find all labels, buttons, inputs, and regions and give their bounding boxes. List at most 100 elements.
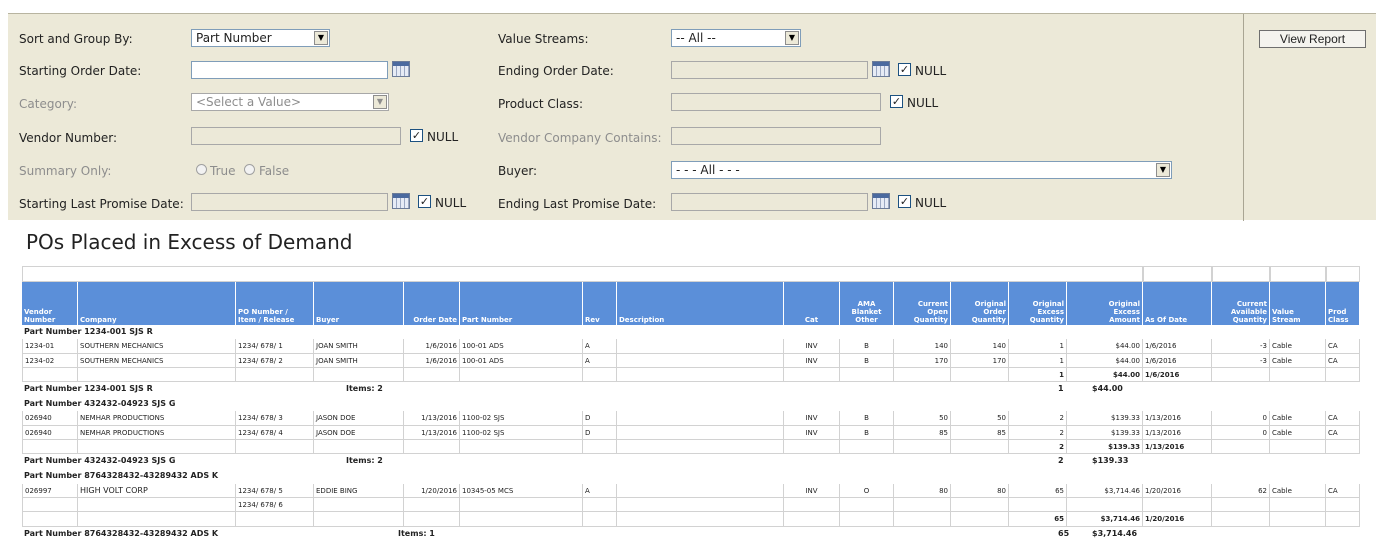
column-header-vendor-number[interactable]: Vendor Number	[22, 295, 78, 325]
column-header-line: Vendor	[24, 308, 53, 316]
column-header-order-date[interactable]: Order Date	[404, 295, 460, 325]
summary-false-radio[interactable]	[244, 164, 255, 175]
ending-order-date-null-checkbox[interactable]: ✓	[898, 63, 911, 76]
product-class-input[interactable]	[671, 93, 881, 111]
cell-value-stream	[1270, 512, 1326, 527]
column-header-current-open-qty[interactable]: Current Open Quantity	[894, 295, 951, 325]
null-label: NULL	[915, 64, 947, 78]
report-table-body: Part Number 1234-001 SJS R 1234-01 SOUTHER…	[22, 325, 1360, 539]
cell-as-of-date: 1/6/2016	[1143, 339, 1212, 354]
cell-cat: INV	[784, 411, 840, 426]
value-streams-select[interactable]: -- All -- ▼	[671, 29, 801, 47]
table-row[interactable]: 026940 NEMHAR PRODUCTIONS 1234/ 678/ 4 JASO…	[22, 425, 1360, 441]
calendar-icon[interactable]	[392, 61, 410, 77]
vendor-number-input[interactable]	[191, 127, 401, 145]
cell-value-stream	[1270, 367, 1326, 383]
cell-as-of-date: 1/20/2016	[1143, 483, 1212, 498]
column-header-po-number[interactable]: PO Number / Item / Release	[236, 295, 314, 325]
cell-original-excess-amount: $44.00	[1067, 367, 1143, 383]
summary-only-label: Summary Only:	[19, 164, 112, 178]
cell-po-number	[236, 367, 314, 383]
cell-ama-blanket-other	[840, 512, 894, 527]
cell-ama-blanket-other: B	[840, 411, 894, 426]
cell-as-of-date: 1/20/2016	[1143, 512, 1212, 527]
cell-original-excess-amount: $44.00	[1067, 353, 1143, 368]
cell-order-date: 1/6/2016	[404, 353, 460, 368]
table-row[interactable]: 1234/ 678/ 6	[22, 497, 1360, 513]
column-header-ama-blanket-other[interactable]: AMA Blanket Other	[840, 295, 894, 325]
column-header-part-number[interactable]: Part Number	[460, 295, 583, 325]
header-band	[22, 282, 78, 295]
column-header-description[interactable]: Description	[617, 295, 784, 325]
group-header-label: Part Number 1234-001 SJS R	[24, 327, 153, 336]
group-footer-qty: 2	[1058, 456, 1064, 466]
column-header-line: Item / Release	[238, 316, 295, 324]
ending-last-promise-null-checkbox[interactable]: ✓	[898, 195, 911, 208]
starting-last-promise-input[interactable]	[191, 193, 388, 211]
column-header-prod-class[interactable]: Prod Class	[1326, 295, 1360, 325]
column-header-original-excess-qty[interactable]: Original Excess Quantity	[1009, 295, 1067, 325]
chevron-down-icon[interactable]: ▼	[373, 95, 387, 109]
category-select[interactable]: <Select a Value> ▼	[191, 93, 389, 111]
column-header-line: Part Number	[462, 316, 513, 324]
table-row[interactable]: 026940 NEMHAR PRODUCTIONS 1234/ 678/ 3 JASO…	[22, 411, 1360, 426]
vendor-company-input[interactable]	[671, 127, 881, 145]
buyer-select[interactable]: - - - All - - - ▼	[671, 161, 1172, 179]
column-header-cat[interactable]: Cat	[784, 295, 840, 325]
cell-po-number: 1234/ 678/ 3	[236, 411, 314, 426]
starting-last-promise-null-checkbox[interactable]: ✓	[418, 195, 431, 208]
cell-order-date: 1/20/2016	[404, 483, 460, 498]
column-header-line: Blanket	[851, 308, 882, 316]
cell-original-order-qty: 170	[951, 353, 1009, 368]
column-header-original-order-qty[interactable]: Original Order Quantity	[951, 295, 1009, 325]
ending-order-date-input[interactable]	[671, 61, 868, 79]
group-footer-items: Items: 2	[346, 384, 383, 394]
calendar-icon[interactable]	[392, 193, 410, 209]
header-band	[583, 282, 617, 295]
column-header-as-of-date[interactable]: As Of Date	[1143, 295, 1212, 325]
column-header-rev[interactable]: Rev	[583, 295, 617, 325]
vendor-number-null-checkbox[interactable]: ✓	[410, 129, 423, 142]
product-class-null-checkbox[interactable]: ✓	[890, 95, 903, 108]
table-row[interactable]: 1234-02 SOUTHERN MECHANICS 1234/ 678/ 2 JOA…	[22, 353, 1360, 368]
column-header-line: Quantity	[971, 316, 1006, 324]
column-header-line: Current	[917, 300, 948, 308]
buyer-value: - - - All - - -	[676, 163, 740, 177]
column-header-original-excess-amount[interactable]: Original Excess Amount	[1067, 295, 1143, 325]
cell-vendor-number: 026940	[22, 411, 78, 426]
column-header-value-stream[interactable]: Value Stream	[1270, 295, 1326, 325]
table-row[interactable]: 026997 HIGH VOLT CORP 1234/ 678/ 5 EDDIE BI…	[22, 483, 1360, 498]
column-header-buyer[interactable]: Buyer	[314, 295, 404, 325]
cell-original-order-qty: 80	[951, 483, 1009, 498]
cell-company: SOUTHERN MECHANICS	[78, 339, 236, 354]
ending-last-promise-input[interactable]	[671, 193, 868, 211]
chevron-down-icon[interactable]: ▼	[314, 31, 328, 45]
cell-original-excess-amount	[1067, 497, 1143, 513]
chevron-down-icon[interactable]: ▼	[785, 31, 799, 45]
sort-group-select[interactable]: Part Number ▼	[191, 29, 330, 47]
cell-buyer: JASON DOE	[314, 411, 404, 426]
starting-order-date-input[interactable]	[191, 61, 388, 79]
column-header-current-available-qty[interactable]: Current Available Quantity	[1212, 295, 1270, 325]
view-report-button[interactable]: View Report	[1259, 30, 1366, 48]
cell-ama-blanket-other	[840, 497, 894, 513]
cell-original-order-qty: 140	[951, 339, 1009, 354]
group-footer-qty: 1	[1058, 384, 1064, 394]
cell-description	[617, 497, 784, 513]
summary-true-radio[interactable]	[196, 164, 207, 175]
calendar-icon[interactable]	[872, 61, 890, 77]
category-value: <Select a Value>	[196, 95, 302, 109]
table-row[interactable]: 1234-01 SOUTHERN MECHANICS 1234/ 678/ 1 JOA…	[22, 339, 1360, 354]
column-header-line: Current	[1236, 300, 1267, 308]
cell-current-available-qty: -3	[1212, 353, 1270, 368]
cell-order-date	[404, 367, 460, 383]
column-header-company[interactable]: Company	[78, 295, 236, 325]
cell-order-date: 1/6/2016	[404, 339, 460, 354]
cell-as-of-date: 1/13/2016	[1143, 411, 1212, 426]
chevron-down-icon[interactable]: ▼	[1156, 163, 1170, 177]
calendar-icon[interactable]	[872, 193, 890, 209]
cell-original-order-qty	[951, 497, 1009, 513]
cell-original-order-qty	[951, 367, 1009, 383]
cell-vendor-number: 026997	[22, 483, 78, 498]
cell-cat	[784, 512, 840, 527]
